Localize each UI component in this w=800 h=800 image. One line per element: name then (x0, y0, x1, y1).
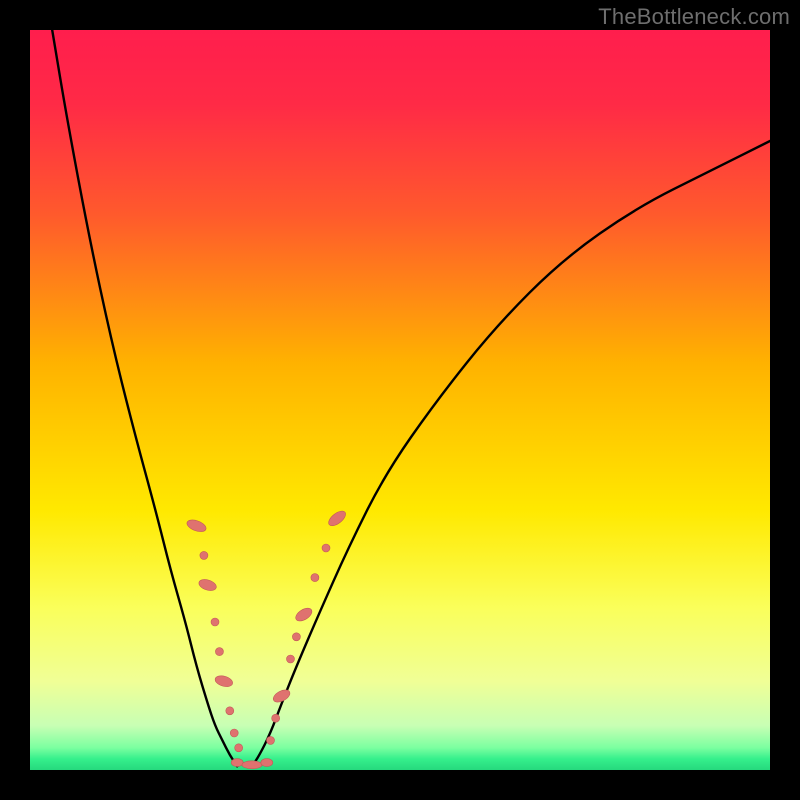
trough-marker (231, 759, 243, 767)
watermark-text: TheBottleneck.com (598, 4, 790, 30)
right-branch-marker (272, 714, 280, 722)
gradient-background (30, 30, 770, 770)
trough-marker (261, 759, 273, 767)
right-branch-marker (322, 544, 330, 552)
left-branch-marker (215, 648, 223, 656)
right-branch-marker (286, 655, 294, 663)
left-branch-marker (200, 551, 208, 559)
chart-stage: TheBottleneck.com (0, 0, 800, 800)
left-branch-marker (230, 729, 238, 737)
left-branch-marker (235, 744, 243, 752)
left-branch-marker (226, 707, 234, 715)
left-branch-marker (211, 618, 219, 626)
right-branch-marker (292, 633, 300, 641)
right-branch-marker (311, 574, 319, 582)
right-branch-marker (267, 736, 275, 744)
plot-area (30, 30, 770, 770)
trough-marker (242, 761, 262, 769)
chart-svg (30, 30, 770, 770)
